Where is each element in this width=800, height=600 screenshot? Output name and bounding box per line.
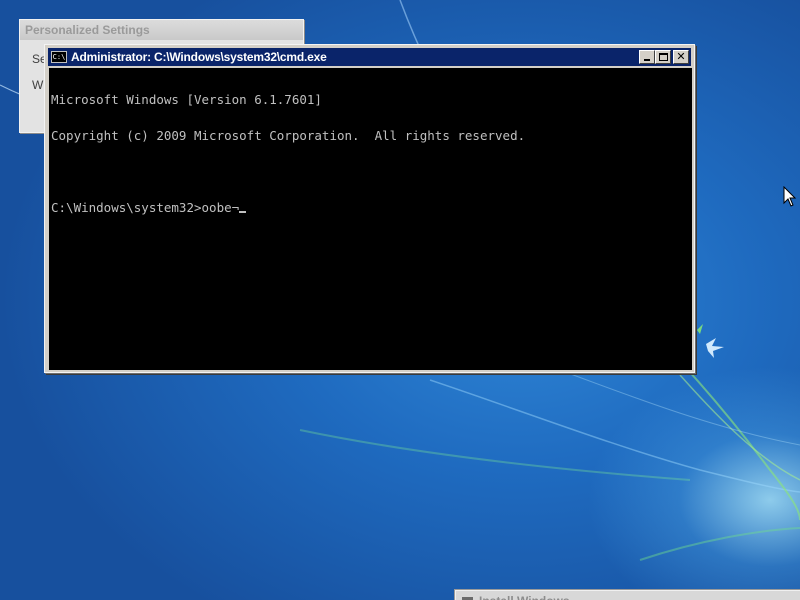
cmd-app-icon[interactable]: C:\ [51, 51, 67, 63]
personalized-settings-text-2: W [32, 78, 44, 92]
maximize-button[interactable] [655, 50, 671, 64]
command-prompt-title-bar[interactable]: C:\ Administrator: C:\Windows\system32\c… [48, 48, 691, 66]
install-windows-window[interactable]: Install Windows [455, 590, 800, 600]
text-cursor [239, 211, 247, 213]
window-title: Administrator: C:\Windows\system32\cmd.e… [71, 50, 327, 64]
console-line: Microsoft Windows [Version 6.1.7601] [51, 92, 322, 107]
command-prompt-text: C:\Windows\system32>oobe¬ [51, 200, 240, 215]
command-line: C:\Windows\system32>oobe¬ [51, 200, 692, 215]
install-windows-title-bar: Install Windows [456, 591, 800, 600]
console-output[interactable]: Microsoft Windows [Version 6.1.7601] Cop… [49, 68, 692, 370]
bird-icon [706, 338, 724, 358]
minimize-button[interactable] [639, 50, 655, 64]
command-prompt-window[interactable]: C:\ Administrator: C:\Windows\system32\c… [44, 44, 695, 373]
console-line: Copyright (c) 2009 Microsoft Corporation… [51, 128, 526, 143]
mouse-pointer-icon [783, 186, 797, 207]
install-windows-title: Install Windows [479, 591, 570, 600]
maximize-icon [656, 51, 670, 63]
desktop-background: Personalized Settings Se W C:\ Administr… [0, 0, 800, 600]
close-icon: ✕ [676, 50, 686, 63]
caption-buttons: ✕ [639, 50, 689, 64]
minimize-icon [640, 51, 654, 63]
close-button[interactable]: ✕ [673, 50, 689, 64]
install-windows-icon [462, 596, 473, 600]
personalized-settings-title: Personalized Settings [20, 20, 303, 40]
